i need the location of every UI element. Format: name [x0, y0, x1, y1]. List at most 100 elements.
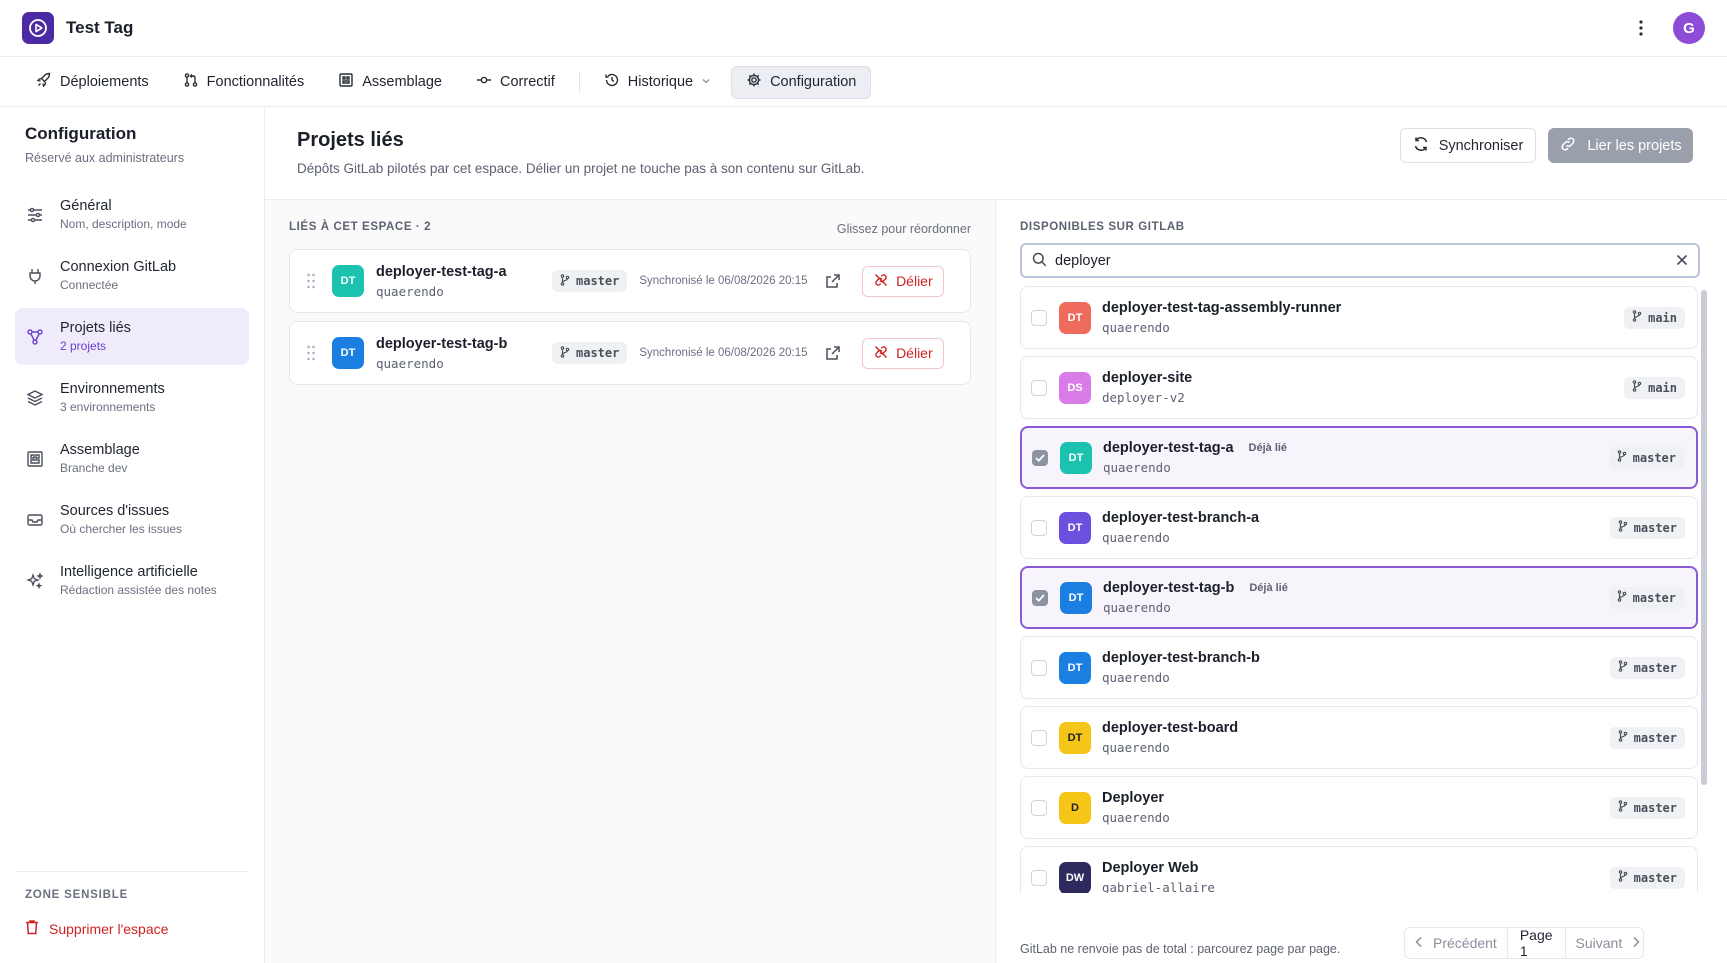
page-subtitle: Dépôts GitLab pilotés par cet espace. Dé… [297, 161, 865, 176]
pagination-note: GitLab ne renvoie pas de total : parcour… [1020, 942, 1341, 956]
project-namespace: quaerendo [376, 283, 444, 299]
sidebar-item-environnements[interactable]: Environnements 3 environnements [15, 369, 249, 426]
project-name: deployer-site [1102, 370, 1193, 386]
sidebar-item-label: Général [60, 198, 112, 214]
list-scrollbar[interactable] [1701, 290, 1707, 785]
linked-nodes-icon [25, 327, 45, 347]
project-namespace: quaerendo [1103, 460, 1171, 475]
project-checkbox[interactable] [1031, 729, 1047, 746]
assembly-icon [25, 449, 45, 469]
branch-name: master [1633, 660, 1677, 675]
project-avatar: DT [332, 265, 364, 297]
sidebar-item-label: Sources d'issues [60, 503, 170, 519]
more-menu-icon[interactable] [1631, 14, 1651, 42]
available-project-row[interactable]: DT deployer-test-branch-a quaerendo master [1020, 496, 1698, 559]
tab-assemblage[interactable]: Assemblage [324, 66, 456, 99]
linked-project-row: DT deployer-test-tag-b quaerendo master … [289, 321, 971, 385]
unlink-label: Délier [896, 273, 933, 289]
unlink-button[interactable]: Délier [862, 337, 945, 369]
tab-deploiements[interactable]: Déploiements [22, 66, 163, 99]
branch-badge: master [1609, 656, 1685, 679]
next-label: Suivant [1575, 935, 1623, 951]
available-project-row[interactable]: DS deployer-site deployer-v2 main [1020, 356, 1698, 419]
sidebar-item-gitlab[interactable]: Connexion GitLab Connectée [15, 247, 249, 304]
clear-search-icon[interactable] [1676, 253, 1688, 269]
branch-name: master [576, 274, 620, 288]
branch-name: master [1633, 870, 1677, 885]
sidebar-item-desc: Où chercher les issues [60, 522, 183, 536]
sync-date: Synchronisé le 06/08/2026 20:15 [639, 275, 808, 287]
app-title: Test Tag [66, 18, 134, 37]
unlink-label: Délier [896, 345, 933, 361]
project-checkbox[interactable] [1031, 309, 1047, 326]
already-linked-badge: Déjà lié [1249, 582, 1288, 594]
branch-badge: main [1624, 306, 1685, 329]
sync-button[interactable]: Synchroniser [1400, 128, 1536, 163]
check-icon [1035, 453, 1045, 462]
sidebar-item-ia[interactable]: Intelligence artificielle Rédaction assis… [15, 552, 249, 609]
unlink-button[interactable]: Délier [862, 265, 945, 297]
available-projects-column: DISPONIBLES SUR GITLAB DT deployer-test-t… [995, 200, 1727, 963]
available-project-row[interactable]: D Deployer quaerendo master [1020, 776, 1698, 839]
tab-correctif[interactable]: Correctif [462, 66, 569, 99]
external-link-icon[interactable] [824, 344, 842, 362]
tab-configuration[interactable]: Configuration [731, 65, 872, 99]
project-avatar: DT [1060, 441, 1092, 474]
app-logo-icon[interactable] [22, 12, 54, 44]
project-checkbox[interactable] [1032, 449, 1048, 466]
project-checkbox[interactable] [1031, 379, 1047, 396]
sync-date: Synchronisé le 06/08/2026 20:15 [639, 347, 808, 359]
project-checkbox[interactable] [1031, 799, 1047, 816]
drag-handle-icon[interactable] [306, 344, 316, 362]
project-avatar: DT [1059, 651, 1091, 684]
gear-icon [746, 72, 762, 92]
git-branch-icon [560, 273, 570, 289]
available-project-row[interactable]: DT deployer-test-tag-assembly-runner quaer… [1020, 286, 1698, 349]
sidebar-item-assemblage[interactable]: Assemblage Branche dev [15, 430, 249, 487]
tab-historique[interactable]: Historique [590, 66, 725, 99]
link-projects-button[interactable]: Lier les projets [1548, 128, 1693, 163]
branch-name: master [1632, 590, 1676, 605]
available-project-row[interactable]: DT deployer-test-board quaerendo master [1020, 706, 1698, 769]
sidebar-item-projets-lies[interactable]: Projets liés 2 projets [15, 308, 249, 365]
branch-name: main [1648, 380, 1677, 395]
project-avatar: DT [1059, 721, 1091, 754]
check-icon [1035, 593, 1045, 602]
external-link-icon[interactable] [824, 272, 842, 290]
delete-space-link[interactable]: Supprimer l'espace [25, 919, 168, 938]
user-avatar[interactable]: G [1673, 12, 1705, 44]
sidebar-item-desc: Connectée [60, 278, 119, 292]
search-icon [1032, 252, 1047, 270]
sidebar-item-sources-issues[interactable]: Sources d'issues Où chercher les issues [15, 491, 249, 548]
project-checkbox[interactable] [1031, 659, 1047, 676]
project-checkbox[interactable] [1031, 869, 1047, 886]
git-branch-icon [1618, 730, 1628, 745]
branch-badge: master [1609, 726, 1685, 749]
project-avatar: DT [1059, 511, 1091, 544]
next-page-button[interactable]: Suivant [1566, 928, 1651, 958]
project-avatar: DT [1059, 301, 1091, 334]
sidebar-item-general[interactable]: Général Nom, description, mode [15, 186, 249, 243]
sidebar-item-label: Connexion GitLab [60, 259, 177, 275]
project-name: deployer-test-branch-a [1102, 510, 1260, 526]
pagination: Précédent Page 1 Suivant [1404, 927, 1644, 959]
project-avatar: DT [332, 337, 364, 369]
search-field[interactable] [1020, 243, 1700, 278]
project-checkbox[interactable] [1032, 589, 1048, 606]
available-project-row[interactable]: DT deployer-test-branch-b quaerendo master [1020, 636, 1698, 699]
available-project-row[interactable]: DT deployer-test-tag-b Déjà lié quaerendo ma… [1020, 566, 1698, 629]
search-input[interactable] [1055, 252, 1676, 269]
available-project-row[interactable]: DW Deployer Web gabriel-allaire master [1020, 846, 1698, 893]
layers-icon [25, 388, 45, 408]
git-pull-request-icon [183, 72, 199, 92]
chevron-down-icon [701, 74, 711, 90]
branch-badge: main [1624, 376, 1685, 399]
branch-badge: master [1609, 516, 1685, 539]
drag-handle-icon[interactable] [306, 272, 316, 290]
available-project-row[interactable]: DT deployer-test-tag-a Déjà lié quaerendo ma… [1020, 426, 1698, 489]
tab-label: Correctif [500, 74, 555, 90]
previous-page-button[interactable]: Précédent [1405, 928, 1507, 958]
tab-fonctionnalites[interactable]: Fonctionnalités [169, 66, 319, 99]
branch-badge: master [1608, 446, 1684, 469]
project-checkbox[interactable] [1031, 519, 1047, 536]
